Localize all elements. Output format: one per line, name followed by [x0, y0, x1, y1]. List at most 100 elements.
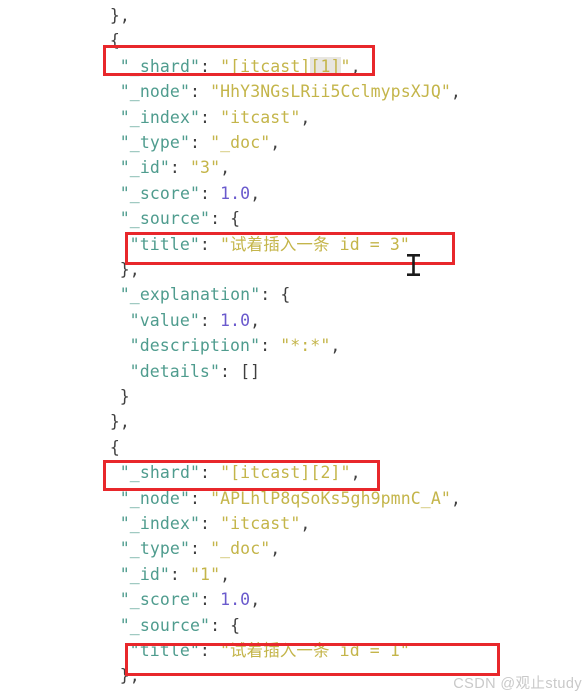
token-punct: :: [200, 514, 221, 533]
token-str: "APLhlP8qSoKs5gh9pmnC_A": [210, 488, 451, 508]
token-punct: :: [260, 336, 281, 356]
code-line: "_source": {: [0, 613, 588, 638]
code-line: "_id": "3",: [0, 155, 588, 180]
token-punct: :: [199, 234, 220, 254]
token-punct: ,: [220, 564, 231, 584]
token-punct: :: [199, 310, 220, 330]
token-punct: :: [190, 133, 211, 152]
code-line: "_type": "_doc",: [0, 130, 588, 155]
token-brace: {: [109, 31, 120, 51]
token-key: "_source": [119, 209, 211, 229]
token-key: "_shard": [119, 463, 201, 483]
code-line: "_score": 1.0,: [0, 587, 588, 612]
token-key: "title": [129, 234, 200, 254]
token-punct: :: [169, 564, 190, 584]
code-line: },: [0, 3, 588, 28]
token-key: "_node": [119, 82, 190, 102]
code-line: }: [0, 384, 588, 409]
token-key: "title": [129, 641, 200, 660]
token-punct: ,: [270, 133, 281, 152]
token-punct: :: [200, 463, 221, 483]
code-line: {: [0, 28, 588, 53]
token-key: "_shard": [119, 56, 201, 76]
token-punct: :: [199, 641, 220, 660]
token-punct: []: [240, 361, 261, 381]
token-punct: },: [119, 666, 140, 686]
token-punct: ,: [270, 539, 281, 559]
code-line: "_shard": "[itcast][2]",: [0, 460, 588, 485]
token-str: "3": [190, 158, 221, 178]
token-key: "_source": [119, 615, 211, 635]
token-punct: ,: [250, 310, 261, 330]
token-punct: ,: [250, 590, 261, 610]
token-key: "_id": [119, 158, 170, 178]
json-code-block[interactable]: },{"_shard": "[itcast][1]", "_node": "HhY…: [0, 0, 588, 700]
code-line: "_index": "itcast",: [0, 511, 588, 536]
code-line: {: [0, 435, 588, 460]
token-key: "_index": [119, 107, 201, 127]
code-line: "_node": "APLhlP8qSoKs5gh9pmnC_A",: [0, 486, 588, 511]
token-key: "description": [129, 336, 261, 356]
token-punct: ,: [350, 463, 361, 483]
token-str: "[itcast][2]": [220, 463, 351, 483]
token-key: "_type": [119, 133, 190, 152]
token-brace: {: [230, 615, 241, 635]
token-key: "_index": [119, 514, 201, 533]
token-punct: ,: [220, 158, 231, 178]
token-punct: :: [190, 539, 211, 559]
token-punct: :: [200, 183, 221, 203]
token-punct: :: [190, 82, 211, 102]
token-brace: }: [119, 387, 130, 406]
token-key: "_id": [119, 564, 170, 584]
code-line: "details": []: [0, 359, 588, 384]
token-punct: ,: [450, 488, 461, 508]
code-line: },: [0, 257, 588, 282]
token-num: 1.0: [220, 590, 251, 610]
token-punct: :: [169, 158, 190, 178]
token-punct: ,: [300, 107, 311, 127]
code-line: "title": "试着插入一条 id = 1": [0, 638, 588, 663]
token-key: "_type": [119, 539, 190, 559]
token-str: ": [340, 56, 351, 76]
token-str: "HhY3NGsLRii5CclmypsXJQ": [210, 82, 451, 102]
token-str: "试着插入一条 id = 3": [220, 234, 410, 254]
token-str: "*:*": [280, 336, 331, 356]
token-punct: ,: [250, 183, 261, 203]
token-punct: },: [109, 6, 130, 25]
token-str: "1": [190, 564, 221, 584]
code-line: "_node": "HhY3NGsLRii5CclmypsXJQ",: [0, 79, 588, 104]
code-line: "_source": {: [0, 206, 588, 231]
token-punct: },: [109, 412, 130, 432]
code-line: "value": 1.0,: [0, 308, 588, 333]
token-brace: {: [230, 209, 241, 229]
token-num: 1.0: [220, 183, 251, 203]
code-line: "description": "*:*",: [0, 333, 588, 358]
code-line: "title": "试着插入一条 id = 3": [0, 232, 588, 257]
code-line: "_shard": "[itcast][1]",: [0, 54, 588, 79]
token-str: "试着插入一条 id = 1": [220, 641, 410, 660]
token-brace: {: [109, 437, 120, 457]
token-punct: :: [210, 209, 231, 229]
token-key: "value": [129, 310, 200, 330]
token-num: 1.0: [220, 310, 251, 330]
token-punct: :: [190, 488, 211, 508]
code-line: },: [0, 409, 588, 434]
token-punct: :: [200, 56, 221, 76]
code-line: "_id": "1",: [0, 562, 588, 587]
token-key: "_node": [119, 488, 190, 508]
token-punct: ,: [330, 336, 341, 356]
token-punct: :: [210, 615, 231, 635]
token-key: "_score": [119, 590, 201, 610]
token-punct: :: [219, 361, 241, 381]
token-brace: {: [280, 285, 291, 305]
selected-token[interactable]: [1]: [310, 56, 341, 76]
token-str: "itcast": [220, 514, 301, 533]
code-line: "_index": "itcast",: [0, 105, 588, 130]
csdn-watermark: CSDN @观止study: [453, 676, 582, 692]
code-line: "_score": 1.0,: [0, 181, 588, 206]
token-punct: :: [200, 590, 221, 610]
token-punct: ,: [450, 82, 461, 102]
token-punct: ,: [300, 514, 311, 533]
token-str: "itcast": [220, 107, 301, 127]
token-str: "_doc": [210, 539, 271, 559]
